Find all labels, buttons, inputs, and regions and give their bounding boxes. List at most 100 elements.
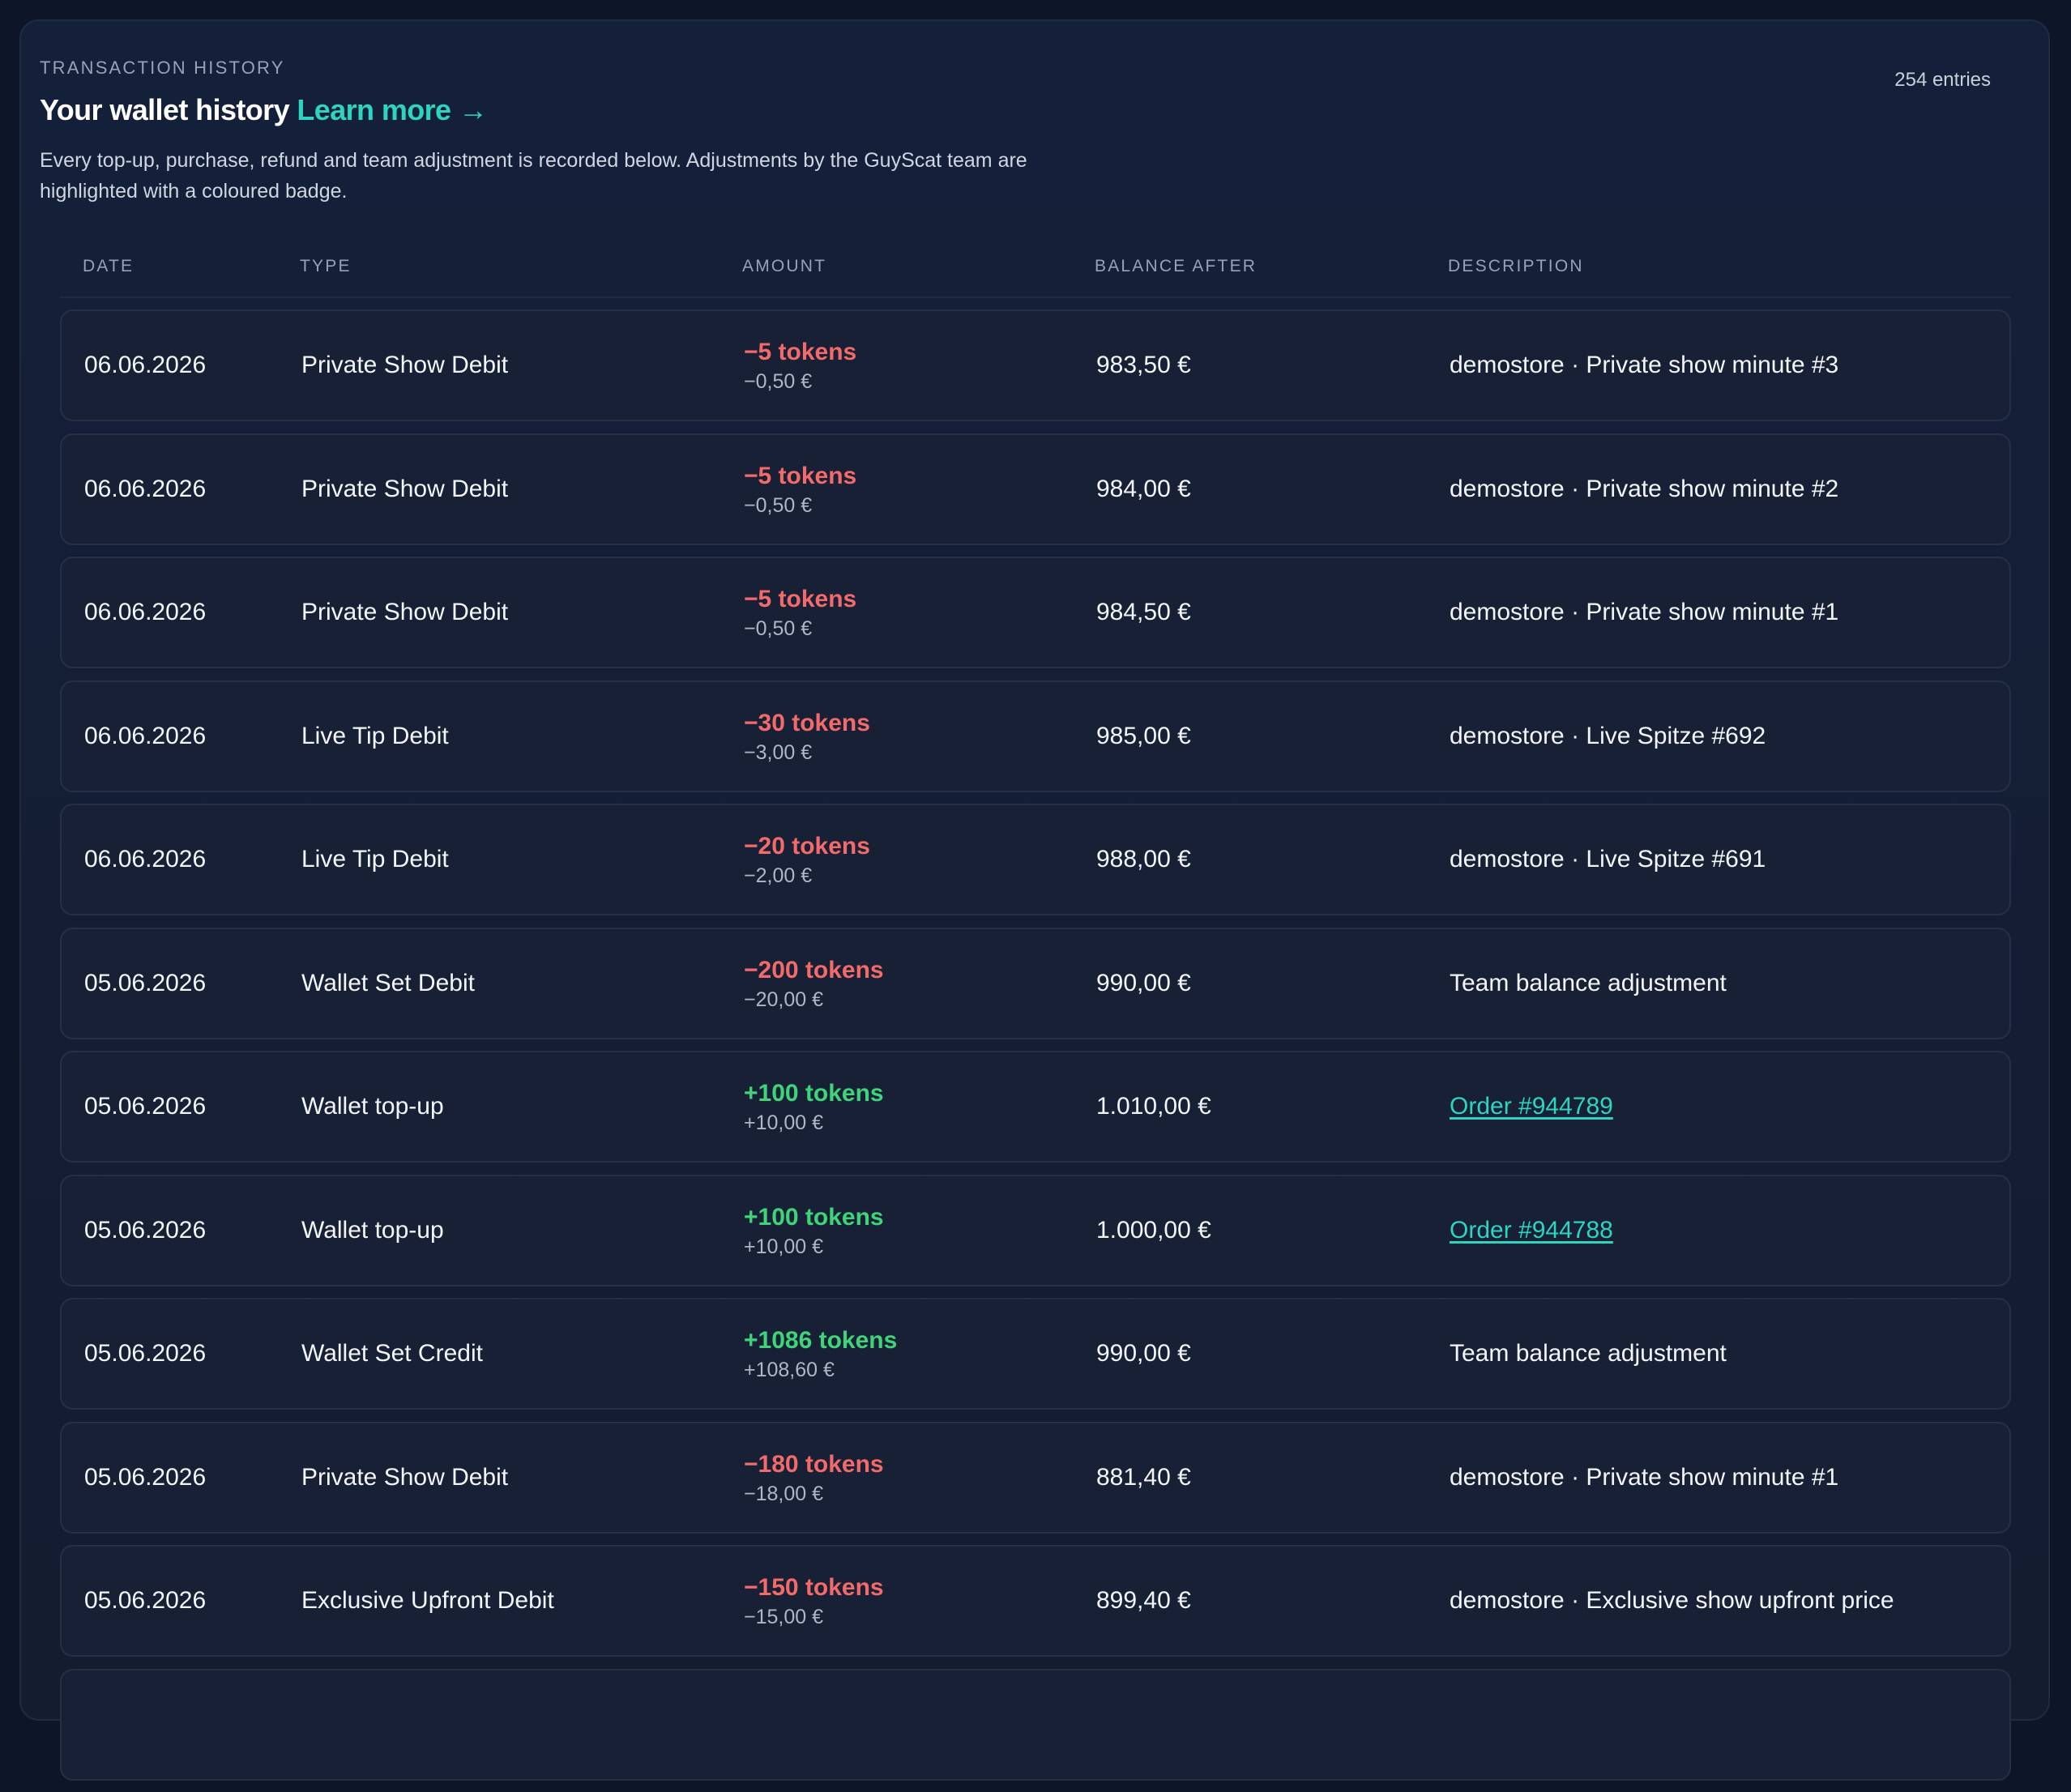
row-description: demostore · Private show minute #3 (1450, 352, 1839, 378)
table-row: 05.06.2026 Wallet Set Credit +1086 tokens +… (60, 1298, 2011, 1410)
row-amount: +100 tokens +10,00 € (744, 1078, 884, 1137)
row-date: 06.06.2026 (84, 846, 207, 873)
row-date: 05.06.2026 (84, 1093, 207, 1120)
table-row: 05.06.2026 Private Show Debit −180 tokens −… (60, 1421, 2011, 1534)
row-type: Exclusive Upfront Debit (301, 1587, 554, 1614)
row-type: Private Show Debit (301, 1463, 509, 1491)
row-amount: +100 tokens +10,00 € (744, 1202, 884, 1261)
table-row: 05.06.2026 Wallet top-up +100 tokens +10,00… (60, 1174, 2011, 1286)
row-date: 05.06.2026 (84, 1216, 207, 1244)
row-amount-eur: −0,50 € (744, 370, 813, 393)
row-amount-eur: +108,60 € (744, 1359, 835, 1381)
row-description: demostore · Private show minute #2 (1450, 475, 1839, 502)
row-description: Team balance adjustment (1450, 1340, 1727, 1367)
row-amount-eur: −15,00 € (744, 1606, 824, 1628)
table-row: 06.06.2026 Private Show Debit −5 tokens −0,… (60, 433, 2011, 545)
row-amount: +1086 tokens +108,60 € (744, 1325, 897, 1384)
row-amount: −150 tokens −15,00 € (744, 1572, 884, 1631)
row-type: Wallet Set Debit (301, 969, 475, 996)
row-type: Private Show Debit (301, 352, 509, 378)
row-type: Live Tip Debit (301, 722, 449, 749)
row-amount: −180 tokens −18,00 € (744, 1449, 884, 1508)
row-amount: −30 tokens −3,00 € (744, 708, 870, 766)
row-description: demostore · Live Spitze #692 (1450, 722, 1766, 749)
row-amount-eur: +10,00 € (744, 1235, 824, 1258)
table-row (60, 1668, 2011, 1781)
column-header-description: DESCRIPTION (1448, 257, 1584, 275)
entries-count: 254 entries (1894, 69, 1991, 91)
row-amount-tokens: +1086 tokens (744, 1327, 898, 1354)
table-header: DATE TYPE AMOUNT BALANCE AFTER DESCRIPTI… (60, 243, 2011, 298)
row-description: demostore · Live Spitze #691 (1450, 846, 1766, 873)
row-amount-tokens: −180 tokens (744, 1450, 884, 1478)
table-row: 06.06.2026 Live Tip Debit −20 tokens −2,00 … (60, 804, 2011, 915)
transaction-list: 06.06.2026 Private Show Debit −5 tokens −0,… (60, 309, 2011, 1792)
row-balance: 881,40 € (1096, 1463, 1191, 1491)
row-amount-tokens: −5 tokens (744, 586, 857, 612)
column-header-date: DATE (83, 257, 135, 275)
row-amount-eur: −0,50 € (744, 617, 813, 640)
row-amount-tokens: +100 tokens (744, 1080, 884, 1107)
history-description: Every top-up, purchase, refund and team … (40, 149, 1027, 203)
row-date: 06.06.2026 (84, 475, 207, 502)
row-date: 05.06.2026 (84, 1463, 207, 1491)
row-balance: 1.010,00 € (1096, 1093, 1211, 1120)
row-amount-eur: −0,50 € (744, 493, 813, 517)
column-header-amount: AMOUNT (742, 257, 827, 275)
row-amount: −200 tokens −20,00 € (744, 955, 884, 1013)
row-type: Wallet top-up (301, 1216, 444, 1244)
history-header: TRANSACTION HISTORY Your wallet history … (40, 40, 1991, 218)
row-balance: 983,50 € (1096, 352, 1191, 378)
row-date: 05.06.2026 (84, 1587, 207, 1614)
row-amount-tokens: −200 tokens (744, 956, 884, 983)
row-date: 06.06.2026 (84, 352, 207, 378)
column-header-type: TYPE (300, 257, 352, 275)
row-description: demostore · Private show minute #1 (1450, 1463, 1839, 1491)
row-type: Private Show Debit (301, 599, 509, 625)
row-amount-tokens: −30 tokens (744, 709, 870, 736)
row-amount-eur: −2,00 € (744, 864, 813, 887)
row-date: 06.06.2026 (84, 722, 207, 749)
section-eyebrow: TRANSACTION HISTORY (40, 58, 285, 78)
row-amount-tokens: −150 tokens (744, 1574, 884, 1601)
row-amount-eur: −18,00 € (744, 1482, 824, 1505)
row-type: Wallet Set Credit (301, 1340, 483, 1367)
row-balance: 899,40 € (1096, 1587, 1191, 1614)
table-row: 06.06.2026 Private Show Debit −5 tokens −0,… (60, 557, 2011, 668)
row-type: Private Show Debit (301, 475, 509, 502)
row-amount-tokens: −5 tokens (744, 462, 857, 489)
row-amount: −5 tokens −0,50 € (744, 584, 856, 642)
row-amount: −20 tokens −2,00 € (744, 831, 870, 890)
row-date: 06.06.2026 (84, 599, 207, 625)
table-row: 06.06.2026 Private Show Debit −5 tokens −0,… (60, 309, 2011, 421)
table-row: 05.06.2026 Wallet top-up +100 tokens +10,00… (60, 1051, 2011, 1163)
page-title: Your wallet history Learn more → (40, 93, 488, 127)
table-row: 06.06.2026 Live Tip Debit −30 tokens −3,00 … (60, 680, 2011, 792)
row-description: Team balance adjustment (1450, 969, 1727, 996)
row-type: Live Tip Debit (301, 846, 449, 873)
row-amount-eur: −20,00 € (744, 988, 824, 1011)
column-header-balance: BALANCE AFTER (1095, 257, 1258, 275)
order-link[interactable]: Order #944789 (1450, 1093, 1613, 1120)
learn-more-link[interactable]: Learn more → (297, 93, 487, 126)
row-amount-tokens: −5 tokens (744, 339, 857, 365)
row-date: 05.06.2026 (84, 1340, 207, 1367)
row-amount: −5 tokens −0,50 € (744, 461, 856, 519)
row-balance: 985,00 € (1096, 722, 1191, 749)
row-balance: 1.000,00 € (1096, 1216, 1211, 1244)
row-amount-tokens: −20 tokens (744, 833, 870, 860)
row-amount-eur: −3,00 € (744, 740, 813, 764)
row-description: demostore · Exclusive show upfront price (1450, 1587, 1894, 1614)
row-amount: −5 tokens −0,50 € (744, 337, 856, 395)
row-balance: 984,00 € (1096, 475, 1191, 502)
row-balance: 988,00 € (1096, 846, 1191, 873)
table-row: 05.06.2026 Exclusive Upfront Debit −150 to… (60, 1545, 2011, 1657)
title-text: Your wallet history (40, 93, 290, 126)
row-type: Wallet top-up (301, 1093, 444, 1120)
order-link[interactable]: Order #944788 (1450, 1217, 1613, 1244)
row-date: 05.06.2026 (84, 969, 207, 996)
row-description: demostore · Private show minute #1 (1450, 599, 1839, 625)
row-balance: 984,50 € (1096, 599, 1191, 625)
row-balance: 990,00 € (1096, 969, 1191, 996)
row-balance: 990,00 € (1096, 1340, 1191, 1367)
